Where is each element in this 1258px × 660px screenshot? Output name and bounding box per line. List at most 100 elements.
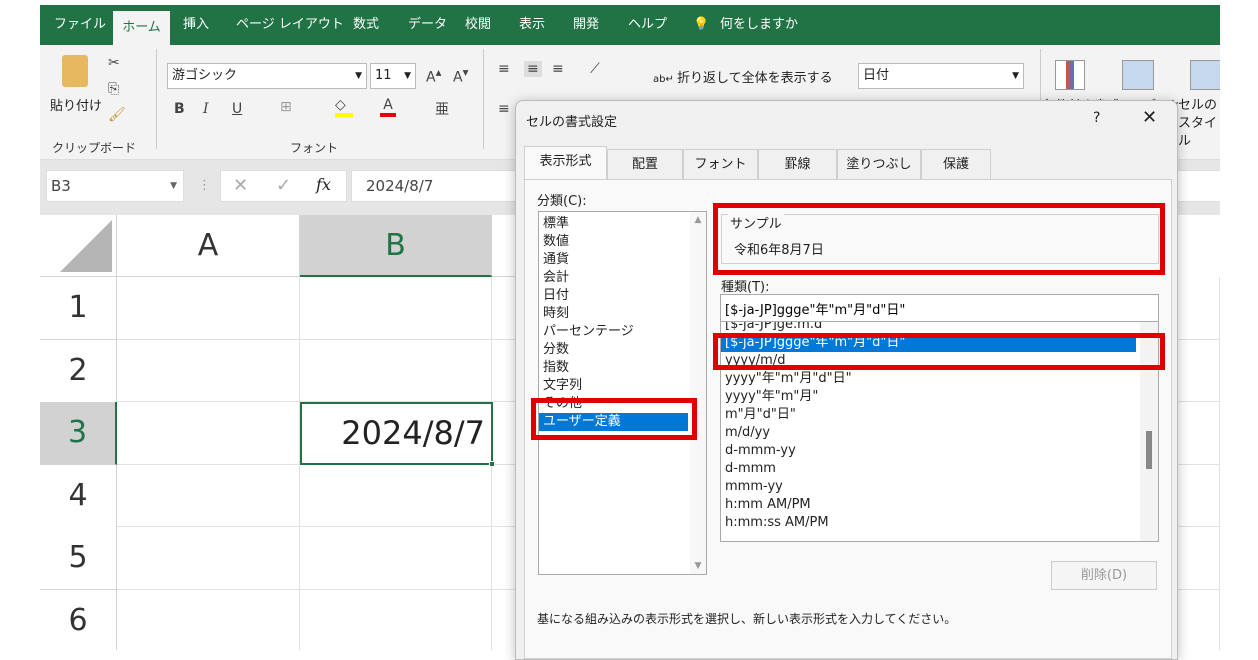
formula-bar-grip[interactable]: ⋮: [198, 178, 211, 193]
column-header-b[interactable]: B: [300, 215, 492, 277]
cell[interactable]: [117, 340, 300, 402]
italic-icon[interactable]: I: [203, 101, 209, 117]
paste-icon[interactable]: [62, 55, 88, 87]
type-label: 種類(T):: [721, 280, 770, 295]
type-item[interactable]: h:mm:ss AM/PM: [721, 514, 1158, 532]
tab-fill[interactable]: 塗りつぶし: [837, 149, 921, 179]
name-box[interactable]: B3 ▼: [46, 170, 184, 202]
align-left-icon[interactable]: ≡: [498, 101, 510, 117]
conditional-formatting-icon[interactable]: [1055, 60, 1085, 90]
paste-button[interactable]: 貼り付け: [50, 95, 102, 114]
bold-icon[interactable]: B: [174, 101, 185, 117]
cell[interactable]: [117, 590, 300, 650]
tab-review[interactable]: 校閲: [457, 5, 499, 45]
cell[interactable]: [117, 465, 300, 527]
font-size-select[interactable]: 11 ▼: [370, 63, 416, 89]
underline-icon[interactable]: U: [232, 101, 242, 117]
category-item[interactable]: 分数: [539, 341, 706, 359]
fill-color-icon[interactable]: ◇: [335, 97, 353, 117]
cell-styles-button[interactable]: セルのスタイル: [1178, 97, 1220, 151]
select-all-button[interactable]: [40, 215, 117, 277]
cell-styles-icon[interactable]: [1190, 60, 1220, 90]
enter-icon[interactable]: ✓: [276, 175, 291, 196]
tab-number[interactable]: 表示形式: [524, 146, 607, 180]
row-header-4[interactable]: 4: [40, 465, 117, 528]
category-item[interactable]: 日付: [539, 287, 706, 305]
help-button[interactable]: ?: [1093, 110, 1100, 126]
tab-alignment[interactable]: 配置: [607, 149, 683, 179]
category-item[interactable]: 時刻: [539, 305, 706, 323]
category-item[interactable]: 通貨: [539, 251, 706, 269]
phonetic-icon[interactable]: 亜: [435, 99, 449, 119]
category-item[interactable]: 標準: [539, 215, 706, 233]
cell[interactable]: [300, 465, 492, 527]
row-header-1[interactable]: 1: [40, 277, 117, 340]
font-color-icon[interactable]: A: [380, 97, 396, 117]
category-item[interactable]: 文字列: [539, 377, 706, 395]
tab-border[interactable]: 罫線: [758, 149, 837, 179]
cell[interactable]: [300, 340, 492, 402]
delete-button[interactable]: 削除(D): [1051, 561, 1157, 590]
category-item[interactable]: パーセンテージ: [539, 323, 706, 341]
type-item[interactable]: yyyy"年"m"月"d"日": [721, 370, 1158, 388]
tab-formulas[interactable]: 数式: [345, 5, 387, 45]
tab-insert[interactable]: 挿入: [175, 5, 217, 45]
format-painter-icon[interactable]: 🖌: [108, 107, 126, 123]
tab-file[interactable]: ファイル: [46, 5, 114, 45]
tab-view[interactable]: 表示: [511, 5, 553, 45]
align-bottom-icon[interactable]: ≡: [552, 61, 564, 77]
tab-developer[interactable]: 開発: [565, 5, 607, 45]
tab-protection[interactable]: 保護: [921, 149, 991, 179]
tab-data[interactable]: データ: [400, 5, 455, 45]
type-item[interactable]: m"月"d"日": [721, 406, 1158, 424]
tell-me-search[interactable]: 何をしますか: [712, 5, 806, 45]
align-top-icon[interactable]: ≡: [498, 61, 510, 77]
cell[interactable]: [117, 402, 300, 465]
cell[interactable]: [117, 277, 300, 340]
type-item[interactable]: yyyy"年"m"月": [721, 388, 1158, 406]
tab-help[interactable]: ヘルプ: [620, 5, 675, 45]
wrap-text-button[interactable]: ab↵ 折り返して全体を表示する: [653, 67, 833, 86]
row-header-2[interactable]: 2: [40, 340, 117, 403]
tab-home[interactable]: ホーム: [113, 11, 170, 45]
column-header-a[interactable]: A: [117, 215, 300, 277]
cut-icon[interactable]: ✂: [108, 55, 120, 71]
tab-page-layout[interactable]: ページ レイアウト: [228, 5, 352, 45]
cell-b3[interactable]: 2024/8/7: [300, 402, 493, 465]
cell[interactable]: [117, 527, 300, 590]
increase-font-icon[interactable]: A▴: [426, 65, 441, 86]
copy-icon[interactable]: ⎘: [108, 81, 119, 97]
borders-icon[interactable]: ⊞: [280, 99, 292, 115]
fill-handle[interactable]: [489, 461, 495, 467]
cancel-icon[interactable]: ✕: [233, 175, 248, 196]
cell[interactable]: [300, 527, 492, 590]
type-item[interactable]: d-mmm: [721, 460, 1158, 478]
align-middle-icon[interactable]: ≡: [524, 61, 542, 77]
tab-font[interactable]: フォント: [683, 149, 758, 179]
number-format-select[interactable]: 日付 ▼: [858, 63, 1024, 89]
category-item[interactable]: 数値: [539, 233, 706, 251]
row-header-6[interactable]: 6: [40, 590, 117, 650]
scrollbar-thumb[interactable]: [1146, 431, 1152, 469]
category-list[interactable]: 標準 数値 通貨 会計 日付 時刻 パーセンテージ 分数 指数 文字列 その他 ユーザー定義 ▲ ▼: [538, 211, 707, 575]
close-icon[interactable]: ✕: [1142, 107, 1157, 128]
font-name-select[interactable]: 游ゴシック ▼: [167, 63, 367, 89]
row-header-5[interactable]: 5: [40, 527, 117, 590]
category-scrollbar[interactable]: ▲ ▼: [690, 212, 706, 574]
type-input[interactable]: [720, 294, 1159, 322]
type-item[interactable]: h:mm AM/PM: [721, 496, 1158, 514]
cell[interactable]: [300, 277, 492, 340]
row-header-3[interactable]: 3: [40, 402, 117, 465]
format-as-table-icon[interactable]: [1122, 60, 1154, 90]
insert-function-icon[interactable]: fx: [316, 175, 331, 194]
type-item[interactable]: d-mmm-yy: [721, 442, 1158, 460]
decrease-font-icon[interactable]: A▾: [453, 65, 468, 86]
type-item[interactable]: mmm-yy: [721, 478, 1158, 496]
type-item[interactable]: m/d/yy: [721, 424, 1158, 442]
font-name-value: 游ゴシック: [172, 68, 238, 83]
cell[interactable]: [300, 590, 492, 650]
orientation-icon[interactable]: ⟋: [590, 61, 600, 77]
highlight-type: [713, 333, 1165, 370]
category-item[interactable]: 指数: [539, 359, 706, 377]
category-item[interactable]: 会計: [539, 269, 706, 287]
